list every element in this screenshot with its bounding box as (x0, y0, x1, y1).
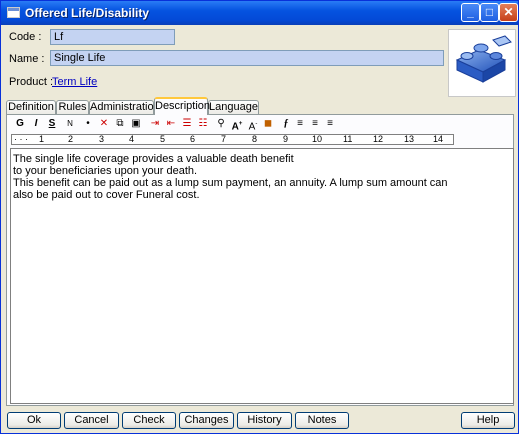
ruler-mark: 1 (39, 134, 45, 144)
code-field[interactable]: Lf (50, 29, 175, 45)
tab-definition[interactable]: Definition (6, 100, 56, 114)
ruler-mark: 4 (129, 134, 135, 144)
puzzle-logo-icon (448, 29, 516, 97)
offered-life-window: Offered Life/Disability _ □ ✕ Code : Lf … (0, 0, 519, 434)
italic-button[interactable]: I (29, 117, 43, 131)
description-line: This benefit can be paid out as a lump s… (13, 177, 448, 189)
ruler-mark: 13 (404, 134, 415, 144)
align-left-icon[interactable]: ≡ (293, 117, 307, 131)
description-line: to your beneficiaries upon your death. (13, 165, 198, 177)
help-button[interactable]: Help (461, 412, 515, 429)
ruler-mark: 11 (343, 134, 353, 144)
notes-button[interactable]: Notes (295, 412, 349, 429)
font-icon[interactable]: ƒ (279, 117, 293, 131)
code-label: Code : (9, 31, 42, 43)
list-icon[interactable]: ☰ (180, 117, 194, 131)
button-bar: Ok Cancel Check Changes History Notes He… (1, 409, 518, 433)
name-field[interactable]: Single Life (50, 50, 444, 66)
bold-button[interactable]: G (13, 117, 27, 131)
close-button[interactable]: ✕ (499, 3, 518, 22)
normal-button[interactable]: N (63, 117, 77, 131)
outdent-icon[interactable]: ⇤ (164, 117, 178, 131)
ruler-mark: 7 (221, 134, 227, 144)
tab-language[interactable]: Language (208, 100, 259, 114)
indent-icon[interactable]: ⇥ (148, 117, 162, 131)
find-icon[interactable]: ⚲ (214, 117, 228, 131)
list2-icon[interactable]: ☷ (196, 117, 210, 131)
paste-icon[interactable]: ▣ (129, 117, 143, 131)
history-button[interactable]: History (237, 412, 292, 429)
ok-button[interactable]: Ok (7, 412, 61, 429)
copy-icon[interactable]: ⧉ (113, 117, 127, 131)
underline-button[interactable]: S (45, 117, 59, 131)
maximize-button[interactable]: □ (480, 3, 499, 22)
product-link[interactable]: Term Life (52, 76, 97, 88)
check-button[interactable]: Check (122, 412, 176, 429)
ruler-mark: 9 (283, 134, 289, 144)
ruler-mark: 14 (433, 134, 444, 144)
changes-button[interactable]: Changes (179, 412, 234, 429)
cancel-button[interactable]: Cancel (64, 412, 119, 429)
product-label: Product : (9, 76, 54, 88)
ruler: · · · 1 2 3 4 5 6 7 8 9 10 11 12 13 14 (11, 134, 454, 145)
window-title: Offered Life/Disability (25, 6, 150, 20)
description-editor[interactable]: The single life coverage provides a valu… (10, 148, 514, 404)
name-label: Name : (9, 53, 45, 65)
ruler-mark: 12 (373, 134, 384, 144)
tab-administration[interactable]: Administration (89, 100, 160, 114)
ruler-mark: 10 (312, 134, 323, 144)
format-toolbar: G I S N • ✕ ⧉ ▣ ⇥ ⇤ ☰ ☷ ⚲ A+ A- ◼ ƒ ≡ ≡ … (9, 117, 511, 132)
cut-icon[interactable]: ✕ (97, 117, 111, 131)
tab-description[interactable]: Description (154, 97, 210, 115)
ruler-mark: 8 (252, 134, 258, 144)
ruler-mark: 5 (160, 134, 166, 144)
align-center-icon[interactable]: ≡ (308, 117, 322, 131)
shrink-font-icon[interactable]: A- (246, 117, 260, 132)
grow-font-icon[interactable]: A+ (230, 117, 244, 132)
window-icon (7, 7, 20, 18)
description-line: also be paid out to cover Funeral cost. (13, 189, 200, 201)
bullet-icon[interactable]: • (81, 117, 95, 131)
minimize-button[interactable]: _ (461, 3, 480, 22)
ruler-mark: 3 (99, 134, 105, 144)
ruler-mark: 2 (68, 134, 74, 144)
title-bar[interactable]: Offered Life/Disability _ □ ✕ (1, 1, 518, 25)
align-right-icon[interactable]: ≡ (323, 117, 337, 131)
tab-rules[interactable]: Rules (56, 100, 89, 114)
color-icon[interactable]: ◼ (261, 117, 275, 131)
description-line: The single life coverage provides a valu… (13, 153, 294, 165)
ruler-mark: 6 (190, 134, 196, 144)
